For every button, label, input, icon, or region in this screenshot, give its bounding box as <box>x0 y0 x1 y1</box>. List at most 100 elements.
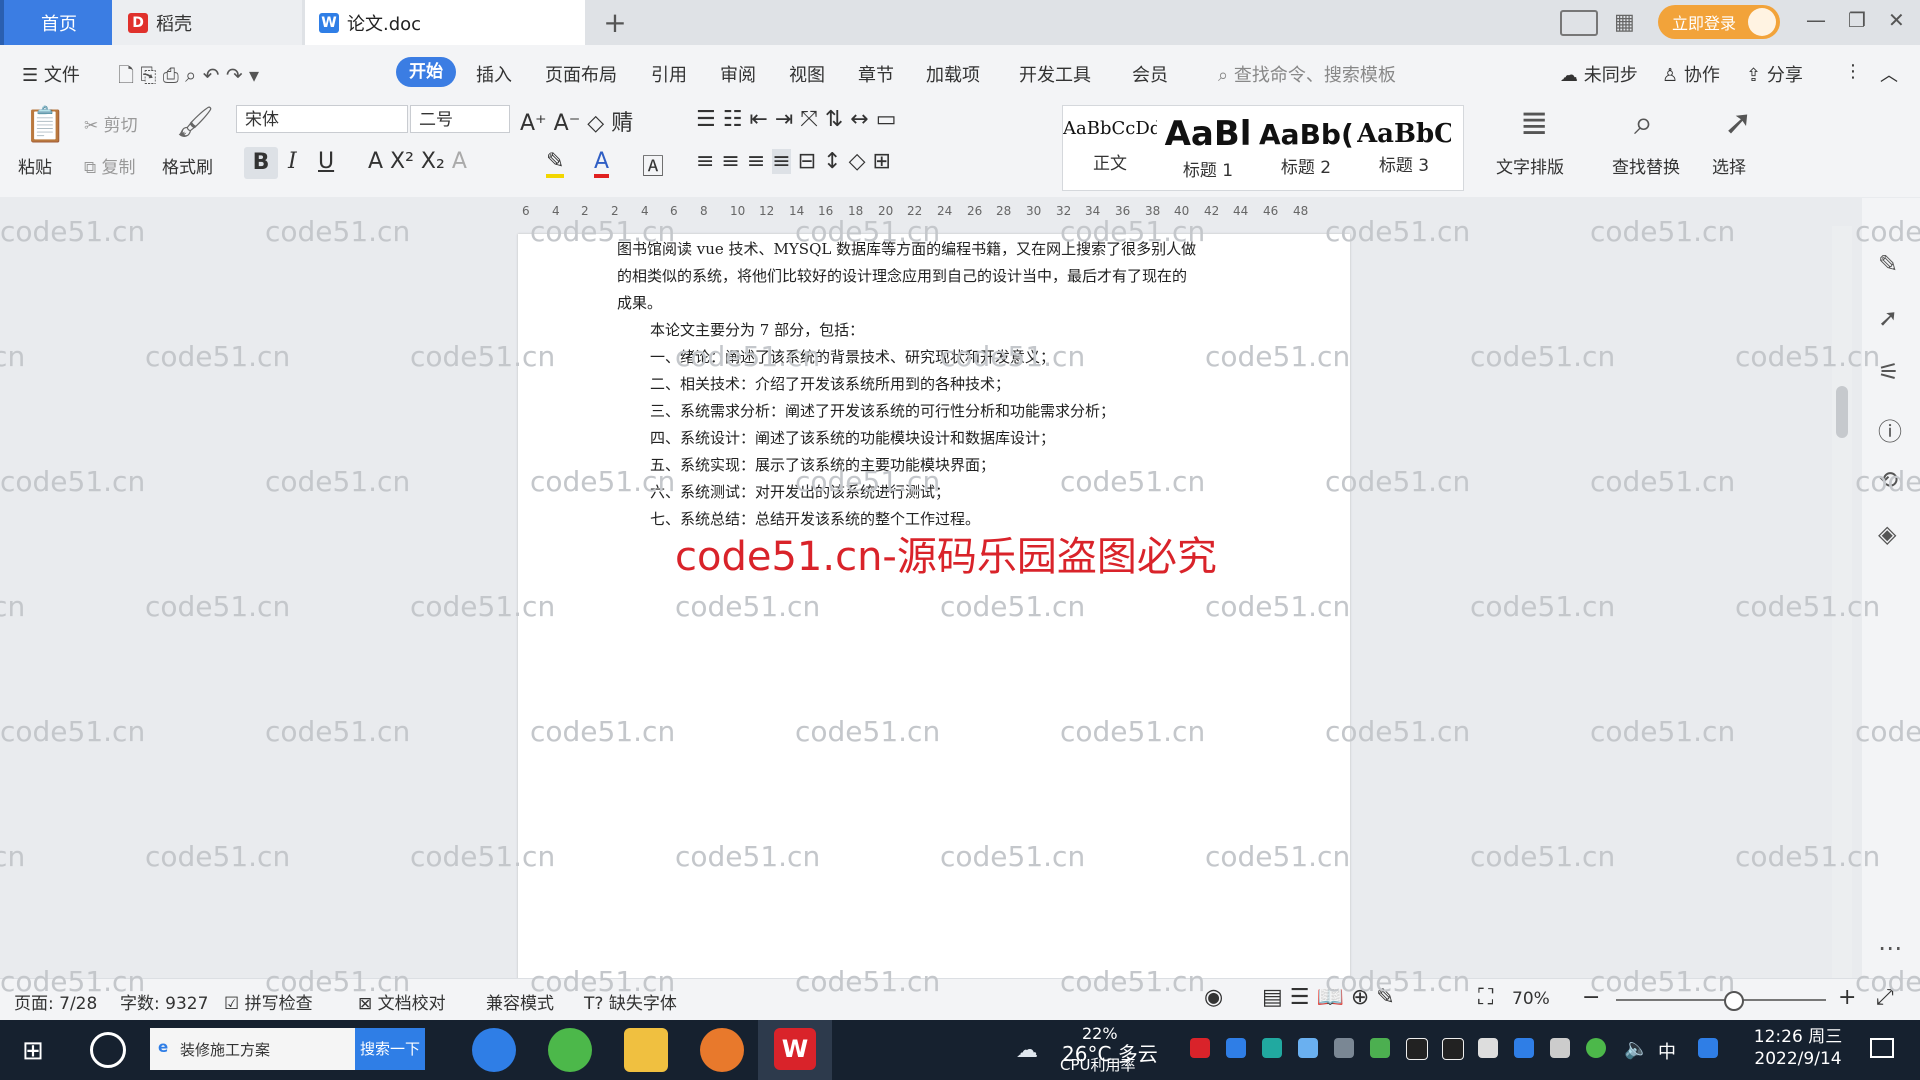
tab-home[interactable]: 首页 <box>0 0 114 45</box>
login-button[interactable]: 立即登录 <box>1658 5 1780 39</box>
paragraph-tools-row2[interactable]: ≡ ≡ ≡ ≡ ⊟ ↕ ◇ ⊞ <box>696 149 891 174</box>
zoom-slider[interactable] <box>1616 991 1826 1011</box>
zoom-slider-knob[interactable] <box>1724 991 1744 1011</box>
bluetooth-icon[interactable] <box>1514 1038 1534 1058</box>
copy-button[interactable]: ⧉ 复制 <box>84 153 136 178</box>
app-icon[interactable] <box>700 1028 744 1072</box>
cut-button[interactable]: ✂ 剪切 <box>84 111 138 136</box>
ie-browser-icon[interactable] <box>472 1028 516 1072</box>
zoom-level[interactable]: 70% <box>1512 989 1550 1009</box>
file-menu[interactable]: ☰ 文件 <box>22 61 80 87</box>
compass-icon[interactable]: ◈ <box>1878 520 1896 548</box>
paste-icon[interactable]: 📋 <box>24 105 66 145</box>
zoom-out-icon[interactable]: − <box>1582 985 1600 1010</box>
zoom-in-icon[interactable]: + <box>1838 985 1856 1010</box>
menu-item-view[interactable]: 视图 <box>789 61 825 87</box>
style-heading-2[interactable]: AaBb( 标题 2 <box>1259 106 1353 190</box>
spell-check-button[interactable]: ☑ 拼写检查 <box>224 989 313 1014</box>
horizontal-ruler[interactable]: 6 4 2 2 4 6 8 10 12 14 16 18 20 22 24 26 28 30 32 34 36 38 40 4… <box>514 198 1344 226</box>
highlight-icon[interactable]: ✎ <box>546 149 565 178</box>
vertical-scrollbar[interactable] <box>1832 226 1852 978</box>
fit-page-icon[interactable]: ⛶ <box>1478 985 1493 1010</box>
notification-icon[interactable] <box>1870 1038 1894 1058</box>
tray-shield-icon[interactable] <box>1298 1038 1318 1058</box>
fullscreen-icon[interactable]: ⤢ <box>1876 985 1894 1010</box>
font-name-select[interactable]: 宋体 <box>236 105 408 133</box>
menu-item-references[interactable]: 引用 <box>651 61 687 87</box>
assistant-icon[interactable] <box>90 1032 126 1068</box>
sync-button[interactable]: ☁ 未同步 <box>1560 61 1638 87</box>
tab-daoke[interactable]: D 稻壳 <box>112 0 302 45</box>
more-icon[interactable]: ⋯ <box>1878 934 1902 962</box>
scrollbar-thumb[interactable] <box>1836 386 1848 438</box>
taskbar-search-button[interactable]: 搜索一下 <box>355 1028 425 1070</box>
restore-icon[interactable]: ❐ <box>1848 8 1866 32</box>
missing-font-button[interactable]: T? 缺失字体 <box>584 989 677 1014</box>
text-layout-icon[interactable]: ≣ <box>1520 103 1549 143</box>
proofread-button[interactable]: ⊠ 文档校对 <box>358 989 446 1014</box>
paragraph-tools-row1[interactable]: ☰ ☷ ⇤ ⇥ ⤧ ⇅ ↔ ▭ <box>696 107 897 132</box>
word-count[interactable]: 字数: 9327 <box>120 989 208 1014</box>
nvidia-icon[interactable] <box>1370 1038 1390 1058</box>
ime-indicator[interactable]: 中 <box>1658 1038 1676 1064</box>
char-border-icon[interactable]: 🄰 <box>642 149 664 181</box>
minimize-icon[interactable]: — <box>1806 8 1826 32</box>
taskbar-search[interactable]: e 装修施工方案 搜索一下 <box>150 1028 425 1070</box>
tray-app-icon[interactable] <box>1262 1038 1282 1058</box>
select-cursor-icon[interactable]: ➚ <box>1724 103 1753 143</box>
new-tab-button[interactable]: + <box>600 0 630 45</box>
command-search[interactable]: ⌕ 查找命令、搜索模板 <box>1218 61 1396 87</box>
eye-protect-icon[interactable]: ◉ <box>1204 985 1223 1010</box>
text-layout-button[interactable]: 文字排版 <box>1496 153 1564 178</box>
collapse-ribbon-icon[interactable]: ︿ <box>1880 61 1898 87</box>
italic-button[interactable]: I <box>288 149 297 174</box>
layout-icon[interactable] <box>1560 10 1598 36</box>
style-heading-1[interactable]: AaBl 标题 1 <box>1161 106 1255 190</box>
plus-app-icon[interactable] <box>1586 1038 1606 1058</box>
apps-grid-icon[interactable]: ▦ <box>1614 10 1635 35</box>
menu-item-start[interactable]: 开始 <box>396 57 456 87</box>
menu-item-review[interactable]: 审阅 <box>720 61 756 87</box>
pen-icon[interactable]: ✎ <box>1878 250 1898 278</box>
backup-icon[interactable]: ⟲ <box>1878 466 1898 494</box>
style-heading-3[interactable]: AaBbC 标题 3 <box>1357 106 1451 190</box>
font-tools-row1[interactable]: A⁺ A⁻ ◇ 䞍 <box>520 105 633 137</box>
volume-icon[interactable]: 🔈 <box>1624 1036 1649 1060</box>
tray-app-icon[interactable] <box>1226 1038 1246 1058</box>
menu-item-insert[interactable]: 插入 <box>476 61 512 87</box>
bold-button[interactable]: B <box>244 147 278 179</box>
clock[interactable]: 12:26 周三 2022/9/14 <box>1748 1026 1848 1070</box>
menu-item-chapter[interactable]: 章节 <box>858 61 894 87</box>
view-mode-icons[interactable]: ▤ ☰ 📖 ⊕ ✎ <box>1262 985 1395 1010</box>
browser-360-icon[interactable] <box>548 1028 592 1072</box>
more-menu-icon[interactable]: ⋮ <box>1844 61 1862 82</box>
wifi-icon[interactable] <box>1334 1038 1354 1058</box>
share-button[interactable]: ⇪ 分享 <box>1746 61 1803 87</box>
font-color-icon[interactable]: A <box>594 149 610 178</box>
sliders-icon[interactable]: ⚟ <box>1878 358 1900 386</box>
document-page[interactable]: 图书馆阅读 vue 技术、MYSQL 数据库等方面的编程书籍，又在网上搜索了很多… <box>518 234 1350 1080</box>
file-explorer-icon[interactable] <box>624 1028 668 1072</box>
style-normal[interactable]: AaBbCcDd 正文 <box>1063 106 1157 190</box>
menu-item-addins[interactable]: 加载项 <box>926 61 980 87</box>
font-size-select[interactable]: 二号 <box>410 105 510 133</box>
qq-icon[interactable] <box>1442 1038 1464 1060</box>
tab-document[interactable]: W 论文.doc <box>305 0 585 45</box>
windows-start-icon[interactable]: ⊞ <box>22 1036 44 1066</box>
underline-button[interactable]: U <box>318 149 334 174</box>
qq-icon[interactable] <box>1406 1038 1428 1060</box>
menu-item-layout[interactable]: 页面布局 <box>545 61 617 87</box>
menu-item-member[interactable]: 会员 <box>1132 61 1168 87</box>
tray-app-icon[interactable] <box>1190 1038 1210 1058</box>
quick-access-icons[interactable]: 🗋 ⎘ ⎙ ⌕ ↶ ↷ ▾ <box>118 61 259 95</box>
brush-icon[interactable]: 🖌 <box>176 105 214 140</box>
menu-item-devtools[interactable]: 开发工具 <box>1019 61 1091 87</box>
page-indicator[interactable]: 页面: 7/28 <box>14 989 97 1014</box>
format-painter-button[interactable]: 格式刷 <box>162 153 213 178</box>
search-app-icon[interactable] <box>1698 1038 1718 1058</box>
usb-icon[interactable] <box>1550 1038 1570 1058</box>
close-icon[interactable]: ✕ <box>1888 8 1905 32</box>
collab-button[interactable]: ♙ 协作 <box>1662 61 1720 87</box>
help-icon[interactable]: ⓘ <box>1878 412 1902 447</box>
battery-icon[interactable] <box>1478 1038 1498 1058</box>
